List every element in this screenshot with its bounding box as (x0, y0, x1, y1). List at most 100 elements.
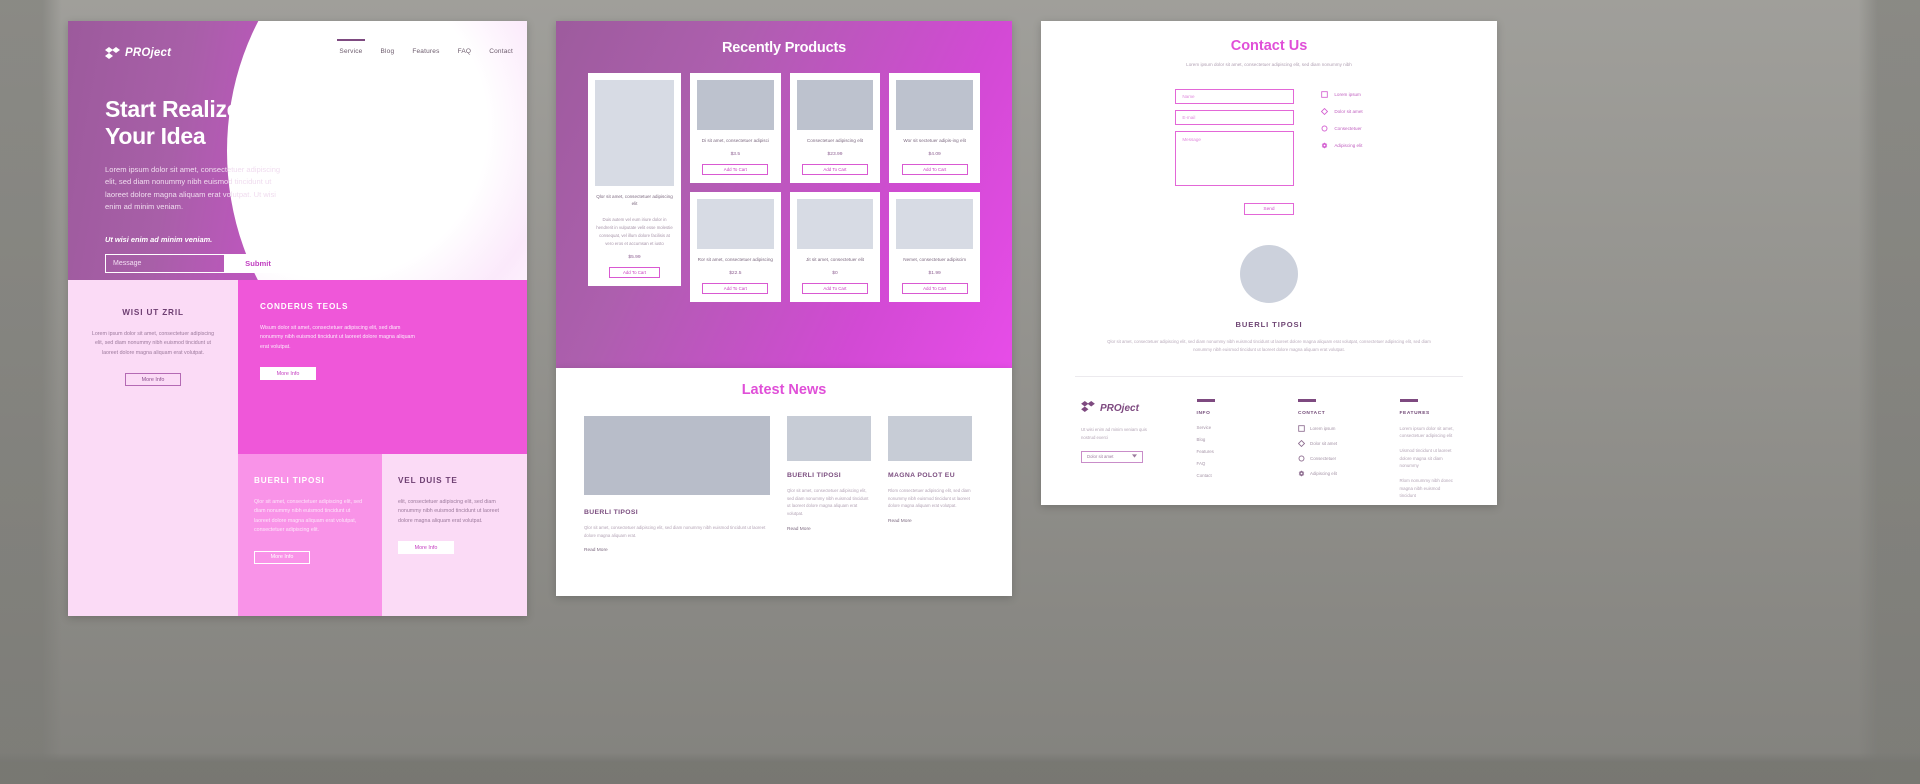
product-card[interactable]: Nemet, consectetuer adipiscim $1.99 Add … (889, 191, 980, 302)
news-title: MAGNA POLOT EU (888, 472, 955, 479)
add-to-cart-button[interactable]: Add To Cart (802, 282, 868, 294)
footer-link-features[interactable]: Features (1197, 449, 1254, 454)
feature-list-item[interactable]: Dolor sit amet (1321, 108, 1363, 115)
contact-subtitle: Lorem ipsum dolor sit amet, consectetuer… (1186, 62, 1352, 67)
footer-link-blog[interactable]: Blog (1197, 437, 1254, 442)
footer-column-info: INFO Service Blog Features FAQ Contact (1196, 399, 1254, 505)
add-to-cart-button[interactable]: Add To Cart (702, 282, 769, 294)
hero-submit-button[interactable]: Submit (225, 253, 291, 273)
promo-avatar-placeholder (1240, 245, 1298, 303)
footer-link-contact[interactable]: Contact (1197, 473, 1254, 478)
footer-select-value: Dolor sit amet (1087, 454, 1114, 460)
footer-column-heading: INFO (1196, 410, 1211, 416)
product-price: $1.99 (928, 270, 941, 276)
nav-item-blog[interactable]: Blog (381, 48, 395, 57)
product-image-placeholder (896, 198, 973, 249)
product-name: Nemet, consectetuer adipiscim (903, 256, 967, 262)
news-card-featured[interactable]: BUERLI TIPOSI Qlor sit amet, consectetue… (584, 416, 770, 553)
circle-icon (1321, 125, 1328, 132)
feature-list-label: Dolor sit amet (1334, 109, 1363, 114)
chevron-down-icon (1132, 454, 1137, 459)
product-price: $4.09 (928, 151, 941, 157)
news-read-more-link[interactable]: Read More (584, 548, 770, 553)
add-to-cart-button[interactable]: Add To Cart (901, 163, 968, 175)
feature-card-text: elit, consectetuer adipiscing elit, sed … (398, 499, 499, 524)
news-read-more-link[interactable]: Read More (888, 519, 972, 524)
product-card[interactable]: Consectetuer adipiscing elit $23.99 Add … (789, 73, 881, 183)
news-section-title: Latest News (741, 382, 827, 398)
news-title: BUERLI TIPOSI (584, 509, 639, 516)
hero-message-input[interactable]: Message (105, 253, 225, 273)
product-card[interactable]: Wor sit sectetuer adipis-ing elit $4.09 … (889, 73, 980, 183)
logo-mark-icon (1081, 399, 1095, 417)
diamond-icon (1298, 439, 1306, 447)
product-image-placeholder (796, 80, 874, 130)
nav-item-service[interactable]: Service (337, 39, 365, 57)
footer-link-faq[interactable]: FAQ (1197, 461, 1254, 466)
footer-contact-item[interactable]: Consectetuer (1298, 455, 1355, 462)
email-field[interactable]: E-mail (1175, 110, 1295, 125)
footer-heading-bar (1298, 399, 1317, 402)
send-button[interactable]: Send (1244, 203, 1294, 215)
brand-name: PROject (125, 47, 172, 59)
product-image-placeholder (697, 198, 774, 249)
news-card[interactable]: BUERLI TIPOSI Qlor sit amet, consectetue… (787, 416, 871, 553)
news-read-more-link[interactable]: Read More (787, 527, 871, 532)
logo-mark-icon (105, 47, 120, 59)
product-card[interactable]: Jit sit amet, consectetuer elit $0 Add T… (789, 191, 881, 302)
add-to-cart-button[interactable]: Add To Cart (609, 266, 660, 278)
products-section-title: Recently Products (722, 40, 846, 56)
feature-card-more-info-button[interactable]: More Info (125, 373, 181, 387)
hero-heading-line1: Start Realize (105, 96, 240, 122)
footer-contact-item[interactable]: Adipiscing elit (1298, 470, 1355, 477)
footer-brand-text: Ut wisi enim ad minim veniam quis nostru… (1081, 427, 1147, 441)
feature-list-item[interactable]: Adipiscing elit (1321, 142, 1362, 149)
news-image-placeholder (584, 416, 770, 495)
product-price: $5.99 (628, 254, 641, 260)
name-field[interactable]: Name (1175, 89, 1295, 104)
screen-news-page: Latest News BUERLI TIPOSI Qlor sit amet,… (556, 368, 1012, 596)
footer-brand-logo[interactable]: PROject (1081, 399, 1153, 417)
product-price: $3.5 (730, 151, 741, 157)
product-price: $22.5 (729, 270, 742, 276)
product-card[interactable]: Di sit amet, consectetuer adipisci $3.5 … (690, 73, 781, 183)
nav-item-contact[interactable]: Contact (489, 48, 513, 57)
footer-language-select[interactable]: Dolor sit amet (1081, 450, 1143, 463)
circle-icon (1298, 455, 1305, 462)
feature-card-vel-duis-te[interactable]: VEL DUIS TE elit, consectetuer adipiscin… (382, 454, 527, 616)
add-to-cart-button[interactable]: Add To Cart (901, 282, 968, 294)
feature-card-buerli-tiposi[interactable]: BUERLI TIPOSI Qlor sit amet, consectetue… (238, 454, 382, 616)
product-image-placeholder (595, 80, 674, 186)
feature-card-more-info-button[interactable]: More Info (398, 541, 454, 555)
footer-contact-item[interactable]: Lorem ipsum (1298, 424, 1355, 432)
message-field[interactable]: Message (1175, 131, 1295, 186)
footer-column-heading: FEATURES (1399, 410, 1430, 416)
product-name: Consectetuer adipiscing elit (806, 138, 864, 143)
feature-list-label: Consectetuer (1334, 126, 1362, 131)
footer-heading-bar (1399, 399, 1418, 402)
add-to-cart-button[interactable]: Add To Cart (702, 163, 769, 175)
gear-icon (1298, 470, 1305, 477)
feature-list-item[interactable]: Consectetuer (1321, 125, 1362, 132)
feature-card-more-info-button[interactable]: More Info (260, 367, 316, 381)
add-to-cart-button[interactable]: Add To Cart (802, 163, 868, 175)
feature-card-title: VEL DUIS TE (398, 476, 458, 485)
product-image-placeholder (697, 80, 774, 130)
nav-item-features[interactable]: Features (412, 48, 439, 57)
brand-logo[interactable]: PROject (105, 47, 171, 59)
news-card[interactable]: MAGNA POLOT EU Rlom consectetuer adipisc… (888, 416, 972, 553)
feature-list-item[interactable]: Lorem ipsum (1321, 91, 1362, 98)
feature-card-conderus-teols[interactable]: CONDERUS TEOLS Wisum dolor sit amet, con… (238, 280, 527, 454)
product-card[interactable]: Ror sit amet, consectetuer adipiscing $2… (690, 191, 781, 302)
footer-contact-item[interactable]: Dolor sit amet (1298, 439, 1355, 447)
hero-heading: Start Realize Your Idea (105, 96, 365, 150)
feature-card-wisi-ut-zril[interactable]: WISI UT ZRIL Lorem ipsum dolor sit amet,… (68, 280, 238, 454)
product-card-featured[interactable]: Qlor sit amet, consectetuer adipiscing e… (588, 73, 681, 286)
nav-item-faq[interactable]: FAQ (458, 48, 472, 57)
product-price: $23.99 (827, 151, 843, 157)
products-grid: Qlor sit amet, consectetuer adipiscing e… (556, 56, 1012, 302)
feature-quadrants-row2: BUERLI TIPOSI Qlor sit amet, consectetue… (68, 454, 527, 616)
footer-link-service[interactable]: Service (1197, 425, 1254, 430)
news-text: Qlor sit amet, consectetuer adipiscing e… (584, 525, 766, 538)
feature-card-more-info-button[interactable]: More Info (254, 550, 310, 564)
